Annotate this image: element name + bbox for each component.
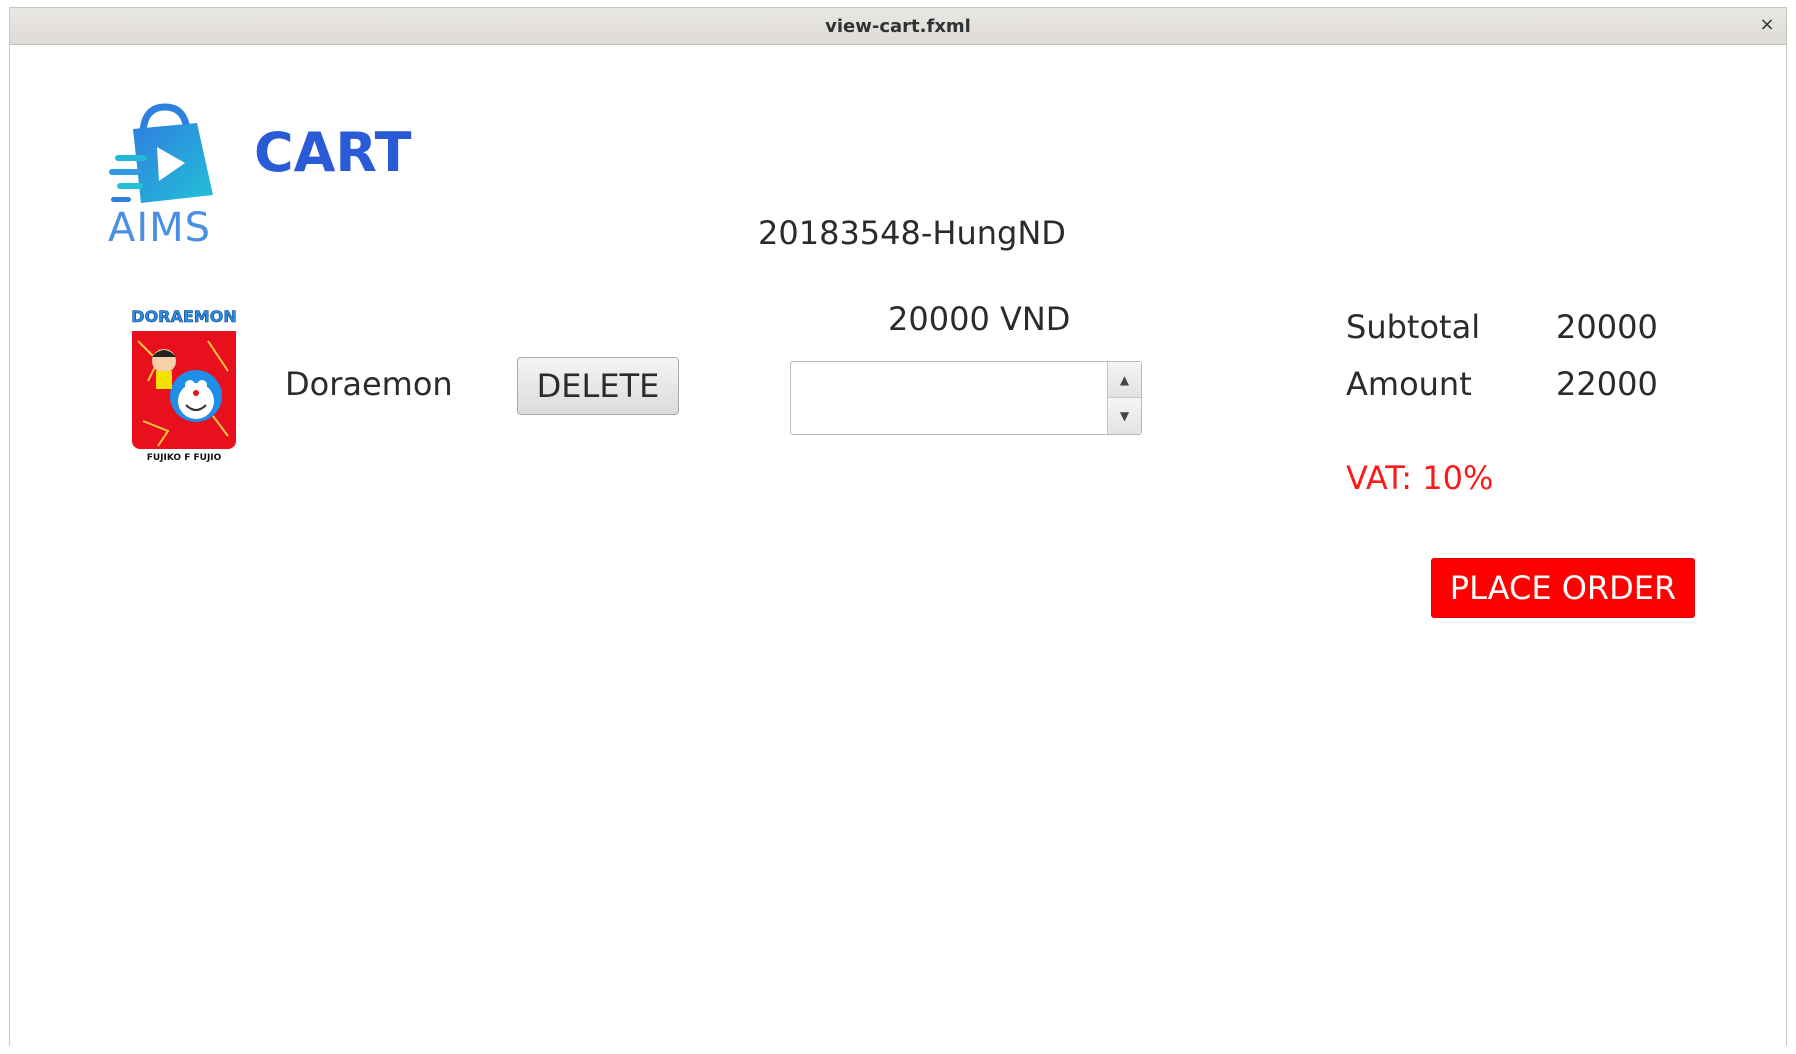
logo-text: AIMS xyxy=(108,205,212,251)
amount-label: Amount xyxy=(1346,365,1472,403)
cover-author-text: FUJIKO F FUJIO xyxy=(147,453,222,463)
amount-value: 22000 xyxy=(1556,365,1658,403)
quantity-input[interactable] xyxy=(793,364,1103,432)
place-order-button[interactable]: PLACE ORDER xyxy=(1431,558,1695,618)
doraemon-cover-image: DORAEMON FUJIKO F FUJIO xyxy=(128,301,240,463)
subtotal-value: 20000 xyxy=(1556,308,1658,346)
delete-button[interactable]: DELETE xyxy=(517,357,679,415)
quantity-spinner[interactable]: ▲ ▼ xyxy=(790,361,1142,435)
cover-title-text: DORAEMON xyxy=(131,307,236,326)
vat-label: VAT: 10% xyxy=(1346,459,1494,497)
page-title: CART xyxy=(254,121,412,184)
window-title: view-cart.fxml xyxy=(825,16,971,37)
spinner-down-arrow-icon[interactable]: ▼ xyxy=(1107,398,1141,434)
close-window-button[interactable]: × xyxy=(1756,14,1778,36)
item-title: Doraemon xyxy=(285,365,453,403)
subtotal-label: Subtotal xyxy=(1346,308,1481,346)
user-id-label: 20183548-HungND xyxy=(758,214,1066,252)
spinner-up-arrow-icon[interactable]: ▲ xyxy=(1107,362,1141,398)
item-price: 20000 VND xyxy=(888,300,1071,338)
title-bar[interactable]: view-cart.fxml × xyxy=(10,8,1786,45)
cart-view: AIMS CART 20183548-HungND DORAEMON FUJIK… xyxy=(10,45,1786,1046)
app-window: view-cart.fxml × AIMS CART 20183548-Hung… xyxy=(9,7,1787,1046)
